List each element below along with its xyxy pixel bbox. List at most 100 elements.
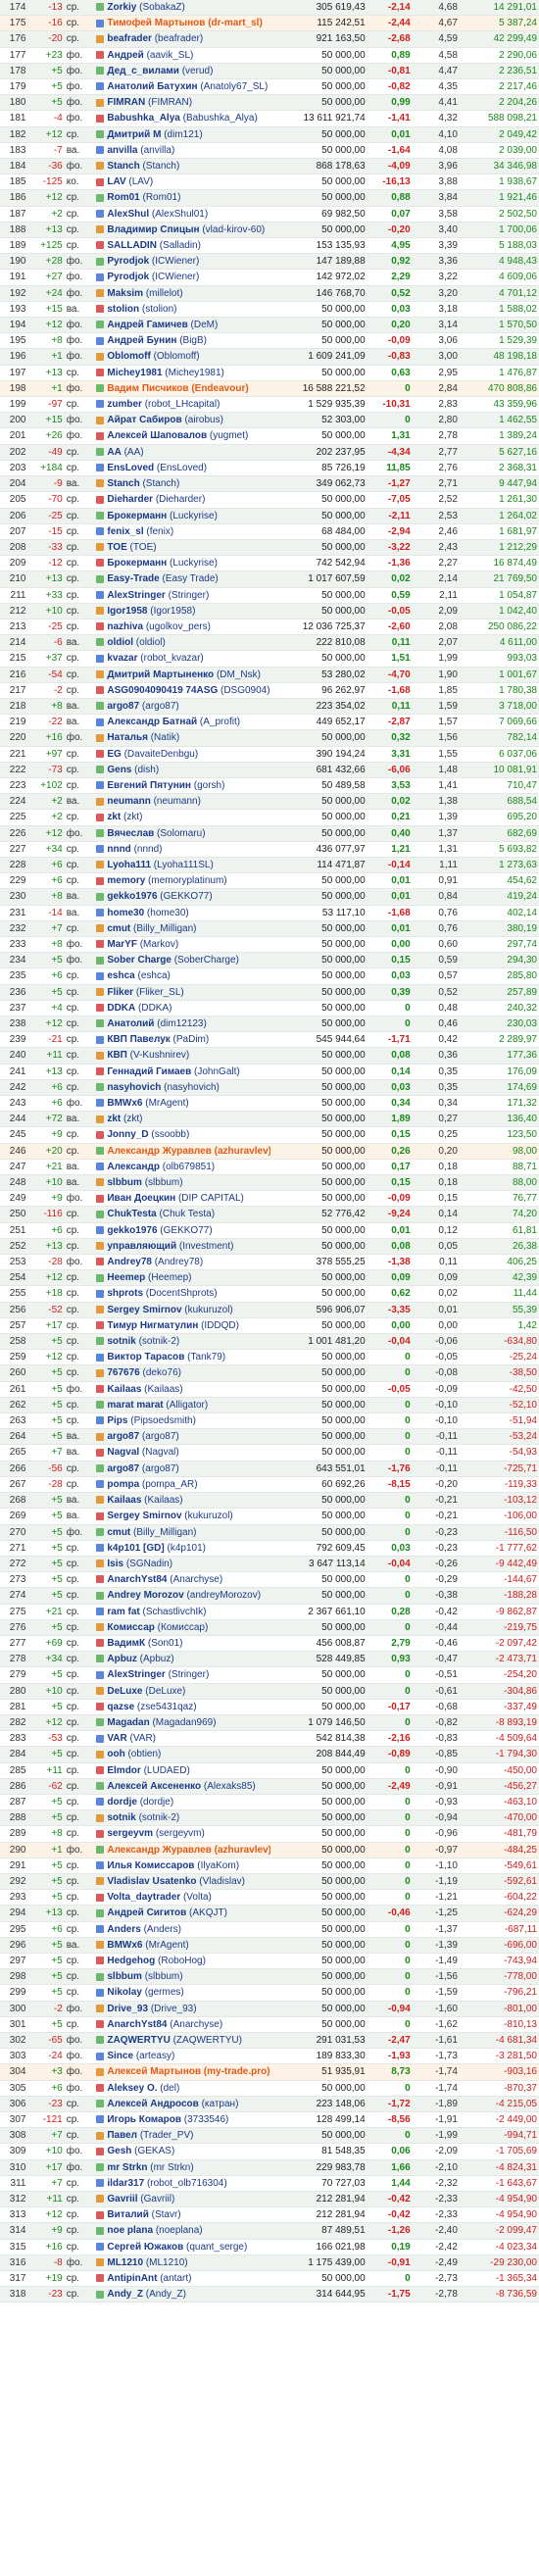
participant-name[interactable]: marat marat [107,1400,163,1411]
participant-link[interactable]: anvilla (anvilla) [105,142,271,160]
participant-name[interactable]: КВП [107,1050,127,1061]
participant-name[interactable]: BMWx6 [107,1940,142,1951]
participant-link[interactable]: Наталья (Natik) [105,729,271,747]
participant-name[interactable]: Gesh [107,2146,131,2156]
table-row[interactable]: 274 +5 ср. Andrey Morozov (andreyMorozov) 50… [0,1587,539,1605]
participant-link[interactable]: VAR (VAR) [105,1730,271,1748]
participant-link[interactable]: fenix_sl (fenix) [105,523,271,540]
participant-name[interactable]: Вячеслав [107,828,154,839]
participant-link[interactable]: AlexShul (AlexShul01) [105,206,271,223]
participant-name[interactable]: EnsLoved [107,463,154,473]
participant-name[interactable]: argo87 [107,1431,139,1442]
participant-name[interactable]: ram fat [107,1607,139,1617]
table-row[interactable]: 258 +5 ср. sotnik (sotnik-2) 1 001 481,20 -0,… [0,1333,539,1351]
table-row[interactable]: 273 +5 ср. AnarchYst84 (Anarchyse) 50 000,00… [0,1571,539,1589]
participant-name[interactable]: nasyhovich [107,1082,161,1093]
participant-link[interactable]: Drive_93 (Drive_93) [105,2001,271,2017]
table-row[interactable]: 272 +5 ср. Isis (SGNadin) 3 647 113,14 -0,04-… [0,1556,539,1573]
participant-link[interactable]: stolion (stolion) [105,301,271,319]
table-row[interactable]: 280 +10 ср. DeLuxe (DeLuxe) 50 000,00 0 -0,61-… [0,1683,539,1700]
participant-link[interactable]: Since (arteasy) [105,2048,271,2065]
table-row[interactable]: 312 +11 ср. Gavriil (Gavriil) 212 281,94 -0,4… [0,2191,539,2208]
participant-link[interactable]: argo87 (argo87) [105,1461,271,1477]
participant-name[interactable]: sergeyvm [107,1828,153,1839]
participant-name[interactable]: Александр Батнай [107,717,197,727]
table-row[interactable]: 300 -2 фо. Drive_93 (Drive_93) 50 000,00 -0,9… [0,2001,539,2017]
participant-link[interactable]: AnarchYst84 (Anarchyse) [105,1571,271,1589]
participant-link[interactable]: Easy-Trade (Easy Trade) [105,570,271,588]
table-row[interactable]: 292 +5 ср. Vladislav Usatenko (Vladislav) 50… [0,1873,539,1891]
participant-name[interactable]: Gens [107,765,131,775]
table-row[interactable]: 194 +12 фо. Андрей Гамичев (DeM) 50 000,00 0,… [0,317,539,334]
participant-link[interactable]: sotnik (sotnik-2) [105,1809,271,1827]
participant-link[interactable]: Иван Доецкин (DIP CAPITAL) [105,1190,271,1208]
participant-link[interactable]: Sober Charge (SoberCharge) [105,952,271,969]
table-row[interactable]: 229 +6 ср. memory (memoryplatinum) 50 000,00… [0,872,539,890]
table-row[interactable]: 260 +5 ср. 767676 (deko76) 50 000,00 0 -0,08 -3… [0,1364,539,1382]
participant-name[interactable]: Анатолий [107,1018,154,1029]
table-row[interactable]: 203 +184 ср. EnsLoved (EnsLoved) 85 726,19 11… [0,460,539,477]
participant-name[interactable]: EG [107,749,121,760]
participant-link[interactable]: Nikolay (germes) [105,1984,271,2002]
table-row[interactable]: 303 -24 фо. Since (arteasy) 189 833,30 -1,93-… [0,2048,539,2065]
participant-name[interactable]: Геннадий Гимаев [107,1066,191,1077]
participant-name[interactable]: AlexStringer [107,1669,165,1680]
participant-name[interactable]: Илья Комиссаров [107,1860,194,1871]
table-row[interactable]: 202 -49 ср. AA (AA) 202 237,95 -4,34 2,77 5 627… [0,444,539,461]
participant-link[interactable]: ZAQWERTYU (ZAQWERTYU) [105,2032,271,2050]
participant-link[interactable]: Тимофей Мартынов (dr-mart_sl) [105,15,271,32]
participant-name[interactable]: Тимур Нигматулин [107,1320,198,1331]
participant-name[interactable]: Павел [107,2130,137,2141]
table-row[interactable]: 239 -21 ср. КВП Павелук (PaDim) 545 944,64 -1… [0,1031,539,1049]
participant-name[interactable]: argo87 [107,1463,139,1474]
participant-name[interactable]: Elmdor [107,1765,140,1776]
participant-link[interactable]: Oblomoff (Oblomoff) [105,348,271,366]
participant-link[interactable]: EnsLoved (EnsLoved) [105,460,271,477]
participant-name[interactable]: VAR [107,1733,126,1744]
table-row[interactable]: 263 +5 ср. Pips (Pipsoedsmith) 50 000,00 0 -0,… [0,1412,539,1430]
table-row[interactable]: 210 +13 ср. Easy-Trade (Easy Trade) 1 017 60… [0,570,539,588]
participant-link[interactable]: noe plana (noeplana) [105,2222,271,2240]
table-row[interactable]: 179 +5 фо. Анатолий Батухин (Anatoly67_SL) 5… [0,78,539,96]
participant-link[interactable]: Анатолий (dim12123) [105,1016,271,1033]
participant-link[interactable]: AlexStringer (Stringer) [105,1666,271,1684]
table-row[interactable]: 290 +1 фо. Александр Журавлев (azhuravlev) 5… [0,1842,539,1858]
participant-link[interactable]: argo87 (argo87) [105,698,271,716]
table-row[interactable]: 257 +17 ср. Тимур Нигматулин (IDDQD) 50 000,… [0,1317,539,1335]
participant-name[interactable]: Lyoha111 [107,860,151,870]
table-row[interactable]: 253 -28 фо. Andrey78 (Andrey78) 378 555,25 -1… [0,1254,539,1271]
participant-link[interactable]: Fliker (Fliker_SL) [105,984,271,1001]
table-row[interactable]: 278 +34 ср. Apbuz (Apbuz) 528 449,85 0,93 -0,4… [0,1651,539,1668]
table-row[interactable]: 297 +5 ср. Hedgehog (RoboHog) 50 000,00 0 -1,4… [0,1953,539,1970]
participant-link[interactable]: Дед_с_вилами (verud) [105,63,271,80]
table-row[interactable]: 313 +12 ср. Виталий (Stavr) 212 281,94 -0,42-… [0,2206,539,2224]
table-row[interactable]: 235 +6 ср. eshca (eshca) 50 000,00 0,03 0,57 28… [0,967,539,985]
participant-link[interactable]: Брокерманн (Luckyrise) [105,555,271,572]
table-row[interactable]: 306 -23 ср. Алексей Андросов (катран) 223 14… [0,2096,539,2113]
table-row[interactable]: 233 +8 фо. MarYF (Markov) 50 000,00 0,00 0,60 2… [0,936,539,954]
participant-name[interactable]: sotnik [107,1812,135,1823]
table-row[interactable]: 218 +8 ва. argo87 (argo87) 223 354,02 0,11 1,5… [0,698,539,716]
table-row[interactable]: 226 +12 фо. Вячеслав (Solomaru) 50 000,00 0,4… [0,825,539,842]
table-row[interactable]: 178 +5 фо. Дед_с_вилами (verud) 50 000,00 -0,… [0,63,539,80]
participant-link[interactable]: Maksim (millelot) [105,285,271,302]
participant-name[interactable]: Pips [107,1415,127,1426]
table-row[interactable]: 282 +12 ср. Magadan (Magadan969) 1 079 146,5… [0,1714,539,1732]
participant-name[interactable]: neumann [107,796,150,807]
participant-name[interactable]: Алексей Андросов [107,2099,198,2109]
table-row[interactable]: 216 -54 ср. Дмитрий Мартыненко (DM_Nsk) 53 2… [0,667,539,683]
participant-name[interactable]: k4p101 [GD] [107,1543,164,1554]
participant-link[interactable]: Sergey Smirnov (kukuruzol) [105,1302,271,1318]
table-row[interactable]: 217 -2 ср. ASG0904090419 74ASG (DSG0904) 96 … [0,682,539,699]
participant-name[interactable]: Иван Доецкин [107,1193,175,1204]
table-row[interactable]: 316 -8 фо. ML1210 (ML1210) 1 175 439,00 -0,91… [0,2254,539,2272]
table-row[interactable]: 275 +21 ср. ram fat (SchastlivchIk) 2 367 66… [0,1604,539,1620]
participant-name[interactable]: Sober Charge [107,955,172,966]
participant-name[interactable]: ASG0904090419 74ASG [107,685,218,696]
participant-name[interactable]: Apbuz [107,1654,137,1664]
participant-name[interactable]: ВадимК [107,1638,145,1649]
table-row[interactable]: 240 +11 ср. КВП (V-Kushnirev) 50 000,00 0,08 0… [0,1047,539,1065]
table-row[interactable]: 308 +7 ср. Павел (Trader_PV) 50 000,00 0 -1,99… [0,2127,539,2145]
participant-name[interactable]: Andrey78 [107,1257,152,1267]
participant-name[interactable]: Jonny_D [107,1129,148,1140]
